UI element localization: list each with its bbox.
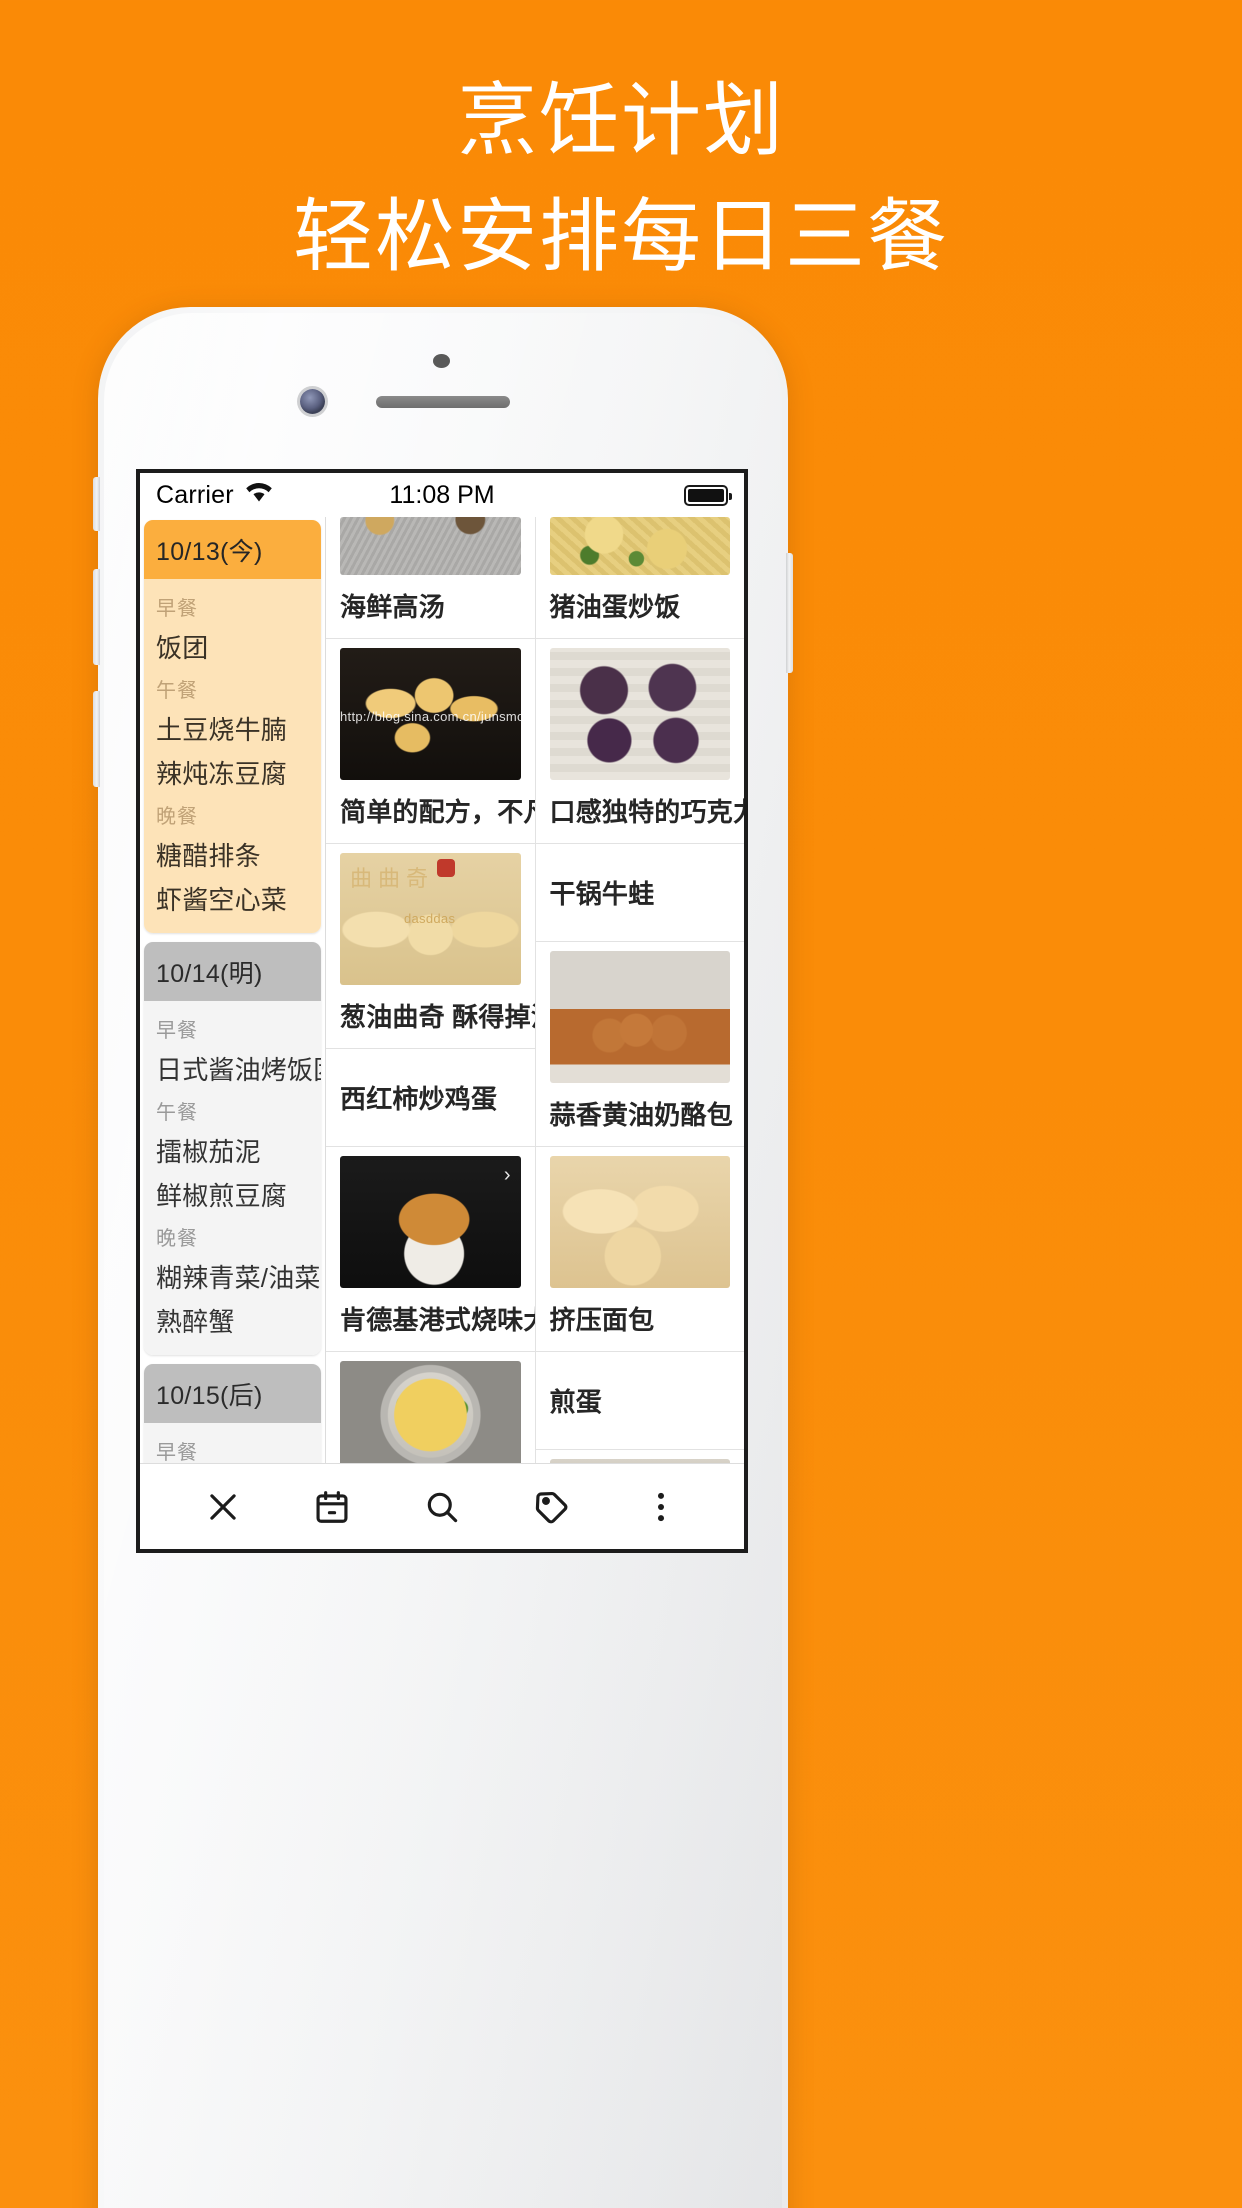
meal-label-lunch: 午餐 (156, 1102, 198, 1124)
dish-item[interactable]: 擂椒茄泥 (156, 1132, 309, 1169)
day-card-date[interactable]: 10/15(后) (144, 1364, 321, 1423)
promo-headline: 烹饪计划 轻松安排每日三餐 (0, 70, 1242, 289)
recipe-title[interactable]: 海鲜高汤 (326, 575, 535, 638)
wifi-icon (243, 480, 275, 510)
recipe-thumbnail[interactable] (549, 951, 730, 1083)
search-icon[interactable] (423, 1488, 461, 1526)
image-badge-icon (436, 859, 455, 877)
dish-item[interactable]: 饭团 (156, 628, 309, 665)
day-card-date[interactable]: 10/14(明) (144, 942, 321, 1001)
chevron-right-icon: › (503, 1164, 511, 1186)
search-button[interactable] (387, 1464, 497, 1549)
close-icon[interactable] (204, 1488, 242, 1526)
dish-item[interactable]: 熟醉蟹 (156, 1302, 309, 1339)
calendar-icon[interactable] (313, 1488, 351, 1526)
more-button[interactable] (606, 1464, 716, 1549)
phone-front-camera (300, 389, 325, 414)
day-card-meals: 早餐 日式酱油烤饭团 午餐 擂椒茄泥 鲜椒煎豆腐 晚餐 糊辣青菜/油菜 熟醉蟹 (144, 1001, 321, 1355)
recipe-card[interactable] (326, 1352, 535, 1463)
phone-power-button (786, 553, 793, 673)
dish-item[interactable]: 日式酱油烤饭团 (156, 1050, 321, 1087)
dish-item[interactable]: 虾酱空心菜 (156, 880, 309, 917)
dish-item[interactable]: 辣炖冻豆腐 (156, 754, 309, 791)
recipe-card[interactable]: 煎蛋 (535, 1352, 745, 1450)
recipe-card[interactable]: 曲曲奇 dasddas 葱油曲奇 酥得掉渣 (326, 844, 535, 1049)
recipe-title[interactable]: 口感独特的巧克力 (536, 780, 745, 843)
phone-volume-down-button (93, 691, 100, 787)
recipe-card[interactable]: 猪油蛋炒饭 (535, 517, 745, 639)
recipe-card[interactable]: 蒜香黄油奶酪包 (535, 942, 745, 1147)
phone-silent-switch (93, 477, 100, 531)
dish-item[interactable]: 土豆烧牛腩 (156, 710, 309, 747)
recipe-title[interactable]: 煎蛋 (536, 1352, 745, 1449)
recipe-card[interactable]: 海鲜高汤 (326, 517, 535, 639)
recipe-card[interactable]: 口感独特的巧克力 (535, 639, 745, 844)
meal-label-breakfast: 早餐 (156, 1442, 198, 1463)
recipe-thumbnail[interactable]: › (340, 1156, 521, 1288)
meal-plan-sidebar[interactable]: 10/13(今) 早餐 饭团 午餐 土豆烧牛腩 辣炖冻豆腐 晚餐 糖醋排条 虾酱… (140, 517, 326, 1463)
recipe-card[interactable]: 西红柿炒鸡蛋 (326, 1049, 535, 1147)
image-watermark: http://blog.sina.com.cn/junsmore (340, 708, 521, 724)
day-card-today[interactable]: 10/13(今) 早餐 饭团 午餐 土豆烧牛腩 辣炖冻豆腐 晚餐 糖醋排条 虾酱… (144, 520, 321, 933)
phone-proximity-sensor (433, 354, 450, 368)
recipe-column-right: 猪油蛋炒饭 口感独特的巧克力 干锅牛蛙 蒜香黄油奶酪包 挤压面包 煎蛋 (535, 517, 745, 1463)
recipe-thumbnail[interactable] (549, 1459, 730, 1463)
recipe-thumbnail[interactable] (340, 1361, 521, 1463)
more-icon[interactable] (642, 1488, 680, 1526)
meal-label-dinner: 晚餐 (156, 1228, 198, 1250)
meal-label-breakfast: 早餐 (156, 1020, 198, 1042)
status-bar-right (684, 484, 732, 506)
recipe-title[interactable]: 干锅牛蛙 (536, 844, 745, 941)
recipe-card[interactable] (536, 1450, 745, 1463)
phone-mockup: Carrier 11:08 PM 10/13(今) 早餐 饭团 午餐 土豆烧牛腩… (93, 307, 793, 2208)
app-body: 10/13(今) 早餐 饭团 午餐 土豆烧牛腩 辣炖冻豆腐 晚餐 糖醋排条 虾酱… (140, 517, 744, 1463)
carrier-label: Carrier (156, 480, 234, 509)
promo-title-line1: 烹饪计划 (457, 76, 785, 165)
recipe-title[interactable]: 肯德基港式烧味大 (326, 1288, 535, 1351)
meal-label-lunch: 午餐 (156, 680, 198, 702)
battery-full-icon (684, 484, 732, 506)
phone-volume-up-button (93, 569, 100, 665)
recipe-title[interactable]: 蒜香黄油奶酪包 (536, 1083, 745, 1146)
recipe-thumbnail[interactable] (549, 1156, 730, 1288)
close-button[interactable] (168, 1464, 278, 1549)
recipe-thumbnail[interactable] (549, 648, 730, 780)
status-bar: Carrier 11:08 PM (140, 473, 744, 517)
recipe-title[interactable]: 简单的配方，不凡 (326, 780, 535, 843)
image-watermark: 曲曲奇 (350, 866, 435, 891)
recipe-card[interactable]: http://blog.sina.com.cn/junsmore 简单的配方，不… (326, 639, 535, 844)
day-card-day-after[interactable]: 10/15(后) 早餐 白粥 榨菜鲜肉锅盔 (144, 1364, 321, 1463)
recipe-title[interactable]: 猪油蛋炒饭 (536, 575, 745, 638)
day-card-meals: 早餐 饭团 午餐 土豆烧牛腩 辣炖冻豆腐 晚餐 糖醋排条 虾酱空心菜 (144, 579, 321, 933)
day-card-meals: 早餐 白粥 榨菜鲜肉锅盔 (144, 1423, 321, 1463)
meal-label-dinner: 晚餐 (156, 806, 198, 828)
recipe-card[interactable]: › 肯德基港式烧味大 (326, 1147, 535, 1352)
recipe-title[interactable]: 挤压面包 (536, 1288, 745, 1351)
day-card-tomorrow[interactable]: 10/14(明) 早餐 日式酱油烤饭团 午餐 擂椒茄泥 鲜椒煎豆腐 晚餐 糊辣青… (144, 942, 321, 1355)
recipe-grid[interactable]: 海鲜高汤 http://blog.sina.com.cn/junsmore 简单… (326, 517, 744, 1463)
recipe-card[interactable]: 干锅牛蛙 (535, 844, 745, 942)
recipe-title[interactable]: 葱油曲奇 酥得掉渣 (326, 985, 535, 1048)
calendar-button[interactable] (278, 1464, 388, 1549)
recipe-column-left: 海鲜高汤 http://blog.sina.com.cn/junsmore 简单… (326, 517, 536, 1463)
status-bar-left: Carrier (156, 480, 275, 510)
dish-item[interactable]: 糖醋排条 (156, 836, 309, 873)
tag-icon[interactable] (533, 1488, 571, 1526)
recipe-card[interactable]: 挤压面包 (535, 1147, 745, 1352)
recipe-thumbnail[interactable] (549, 517, 730, 575)
day-card-date[interactable]: 10/13(今) (144, 520, 321, 579)
phone-screen: Carrier 11:08 PM 10/13(今) 早餐 饭团 午餐 土豆烧牛腩… (136, 469, 748, 1553)
dish-item[interactable]: 鲜椒煎豆腐 (156, 1176, 309, 1213)
recipe-thumbnail[interactable] (340, 517, 521, 575)
dish-item[interactable]: 糊辣青菜/油菜 (156, 1258, 320, 1295)
tag-button[interactable] (497, 1464, 607, 1549)
recipe-thumbnail[interactable]: 曲曲奇 dasddas (340, 853, 521, 985)
meal-label-breakfast: 早餐 (156, 598, 198, 620)
promo-title-line2: 轻松安排每日三餐 (293, 192, 949, 282)
image-watermark-sub: dasddas (404, 911, 456, 926)
bottom-toolbar (140, 1463, 744, 1549)
recipe-thumbnail[interactable]: http://blog.sina.com.cn/junsmore (340, 648, 521, 780)
recipe-title[interactable]: 西红柿炒鸡蛋 (326, 1049, 535, 1146)
phone-earpiece-speaker (376, 396, 510, 408)
